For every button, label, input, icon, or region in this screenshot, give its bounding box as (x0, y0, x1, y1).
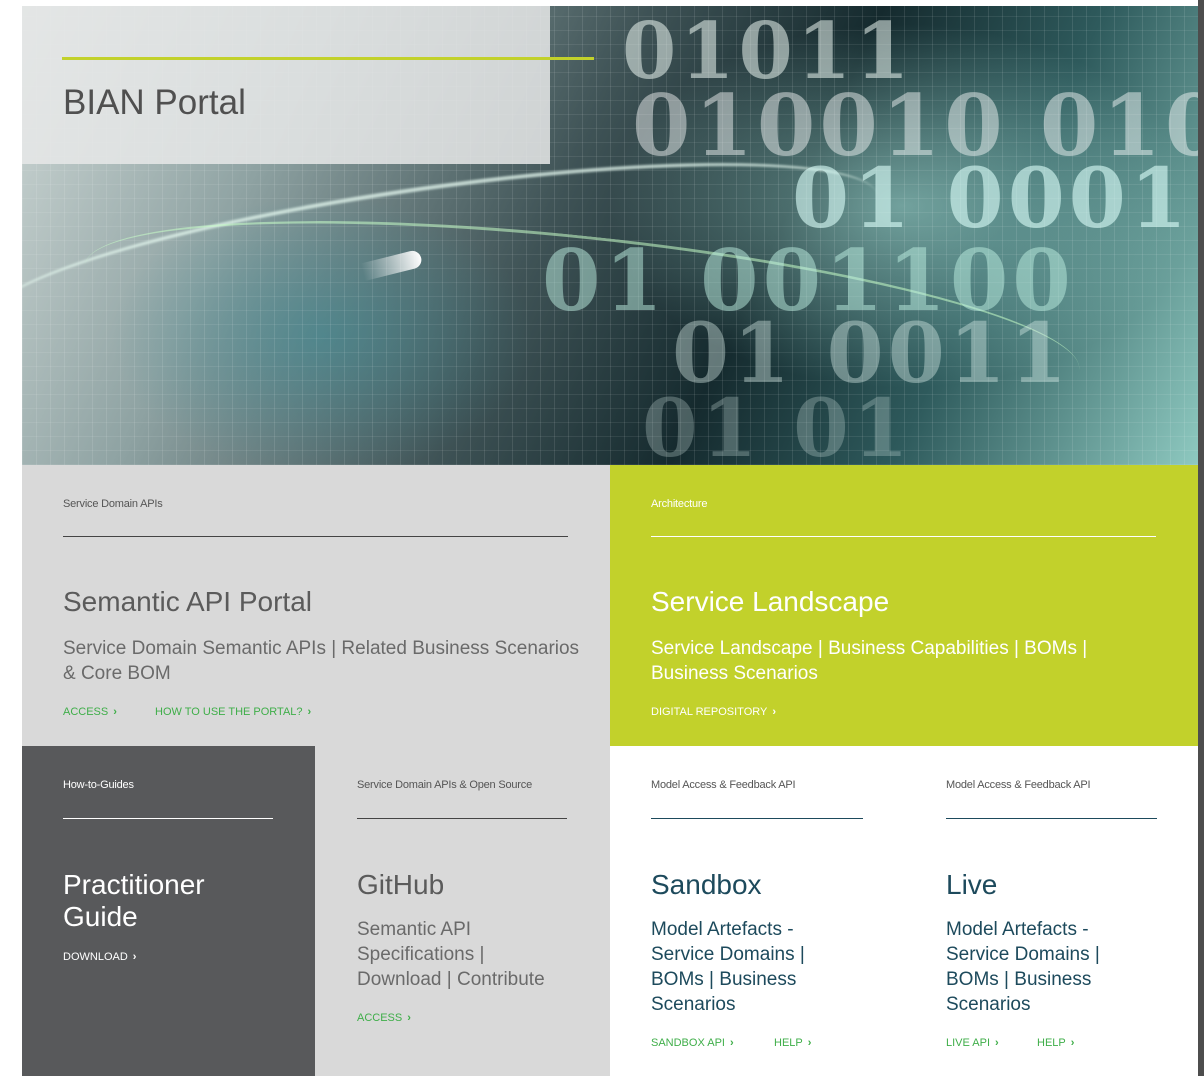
tile-description: Service Domain Semantic APIs | Related B… (63, 638, 580, 684)
chevron-right-icon: › (407, 1012, 411, 1024)
tile-category: Model Access & Feedback API (651, 779, 796, 791)
tile-category: Service Domain APIs & Open Source (357, 779, 532, 791)
divider (651, 818, 863, 819)
link-label: ACCESS (63, 706, 109, 718)
tile-title: Semantic API Portal (63, 586, 313, 617)
chevron-right-icon: › (113, 706, 117, 718)
download-link[interactable]: DOWNLOAD › (63, 951, 136, 963)
divider (63, 536, 568, 537)
help-link[interactable]: HELP › (774, 1037, 811, 1049)
link-label: LIVE API (946, 1037, 991, 1049)
binary-digits-decoration: 01 01 (642, 381, 913, 465)
sandbox-api-link[interactable]: SANDBOX API › (651, 1037, 734, 1049)
tile-github: Service Domain APIs & Open Source GitHub… (315, 746, 610, 1076)
divider (946, 818, 1157, 819)
tile-sandbox: Model Access & Feedback API Sandbox Mode… (610, 746, 904, 1076)
tile-description: Model Artefacts - Service Domains | BOMs… (651, 919, 805, 1015)
link-label: HELP (774, 1037, 803, 1049)
link-label: SANDBOX API (651, 1037, 725, 1049)
chevron-right-icon: › (807, 1037, 812, 1049)
how-to-use-link[interactable]: HOW TO USE THE PORTAL? › (155, 706, 311, 718)
tile-description: Model Artefacts - Service Domains | BOMs… (946, 919, 1100, 1015)
hero-banner: 01011 010010 010 01 0001 01 001100 01 00… (22, 6, 1198, 465)
link-label: DIGITAL REPOSITORY (651, 706, 768, 718)
chevron-right-icon: › (1070, 1037, 1075, 1049)
tile-title: GitHub (357, 869, 445, 900)
divider (651, 536, 1156, 537)
access-link[interactable]: ACCESS › (63, 706, 117, 718)
divider (63, 818, 273, 819)
tile-description: Semantic API Specifications | Download |… (357, 919, 545, 990)
chevron-right-icon: › (995, 1037, 999, 1049)
chevron-right-icon: › (307, 706, 312, 718)
link-label: ACCESS (357, 1012, 403, 1024)
tile-practitioner-guide: How-to-Guides Practitioner Guide DOWNLOA… (22, 746, 315, 1076)
chevron-right-icon: › (132, 951, 137, 963)
tile-title: Live (946, 869, 998, 900)
tile-description: Service Landscape | Business Capabilitie… (651, 638, 1088, 684)
access-link[interactable]: ACCESS › (357, 1012, 411, 1024)
tile-category: Architecture (651, 498, 708, 510)
window-edge (1198, 0, 1204, 1076)
tile-title: Practitioner Guide (63, 869, 205, 932)
tile-category: Model Access & Feedback API (946, 779, 1091, 791)
link-label: HELP (1037, 1037, 1066, 1049)
chevron-right-icon: › (772, 706, 777, 718)
page-title: BIAN Portal (63, 83, 246, 122)
title-accent-line (62, 57, 594, 60)
link-label: DOWNLOAD (63, 951, 128, 963)
tile-semantic-api-portal: Service Domain APIs Semantic API Portal … (22, 465, 610, 746)
tile-category: Service Domain APIs (63, 498, 163, 510)
tile-service-landscape: Architecture Service Landscape Service L… (610, 465, 1198, 746)
live-api-link[interactable]: LIVE API › (946, 1037, 999, 1049)
chevron-right-icon: › (729, 1037, 734, 1049)
link-label: HOW TO USE THE PORTAL? (155, 706, 303, 718)
tile-title: Service Landscape (651, 586, 890, 617)
help-link[interactable]: HELP › (1037, 1037, 1074, 1049)
tile-title: Sandbox (651, 869, 762, 900)
tile-live: Model Access & Feedback API Live Model A… (904, 746, 1198, 1076)
digital-repository-link[interactable]: DIGITAL REPOSITORY › (651, 706, 776, 718)
divider (357, 818, 567, 819)
tile-category: How-to-Guides (63, 779, 134, 791)
